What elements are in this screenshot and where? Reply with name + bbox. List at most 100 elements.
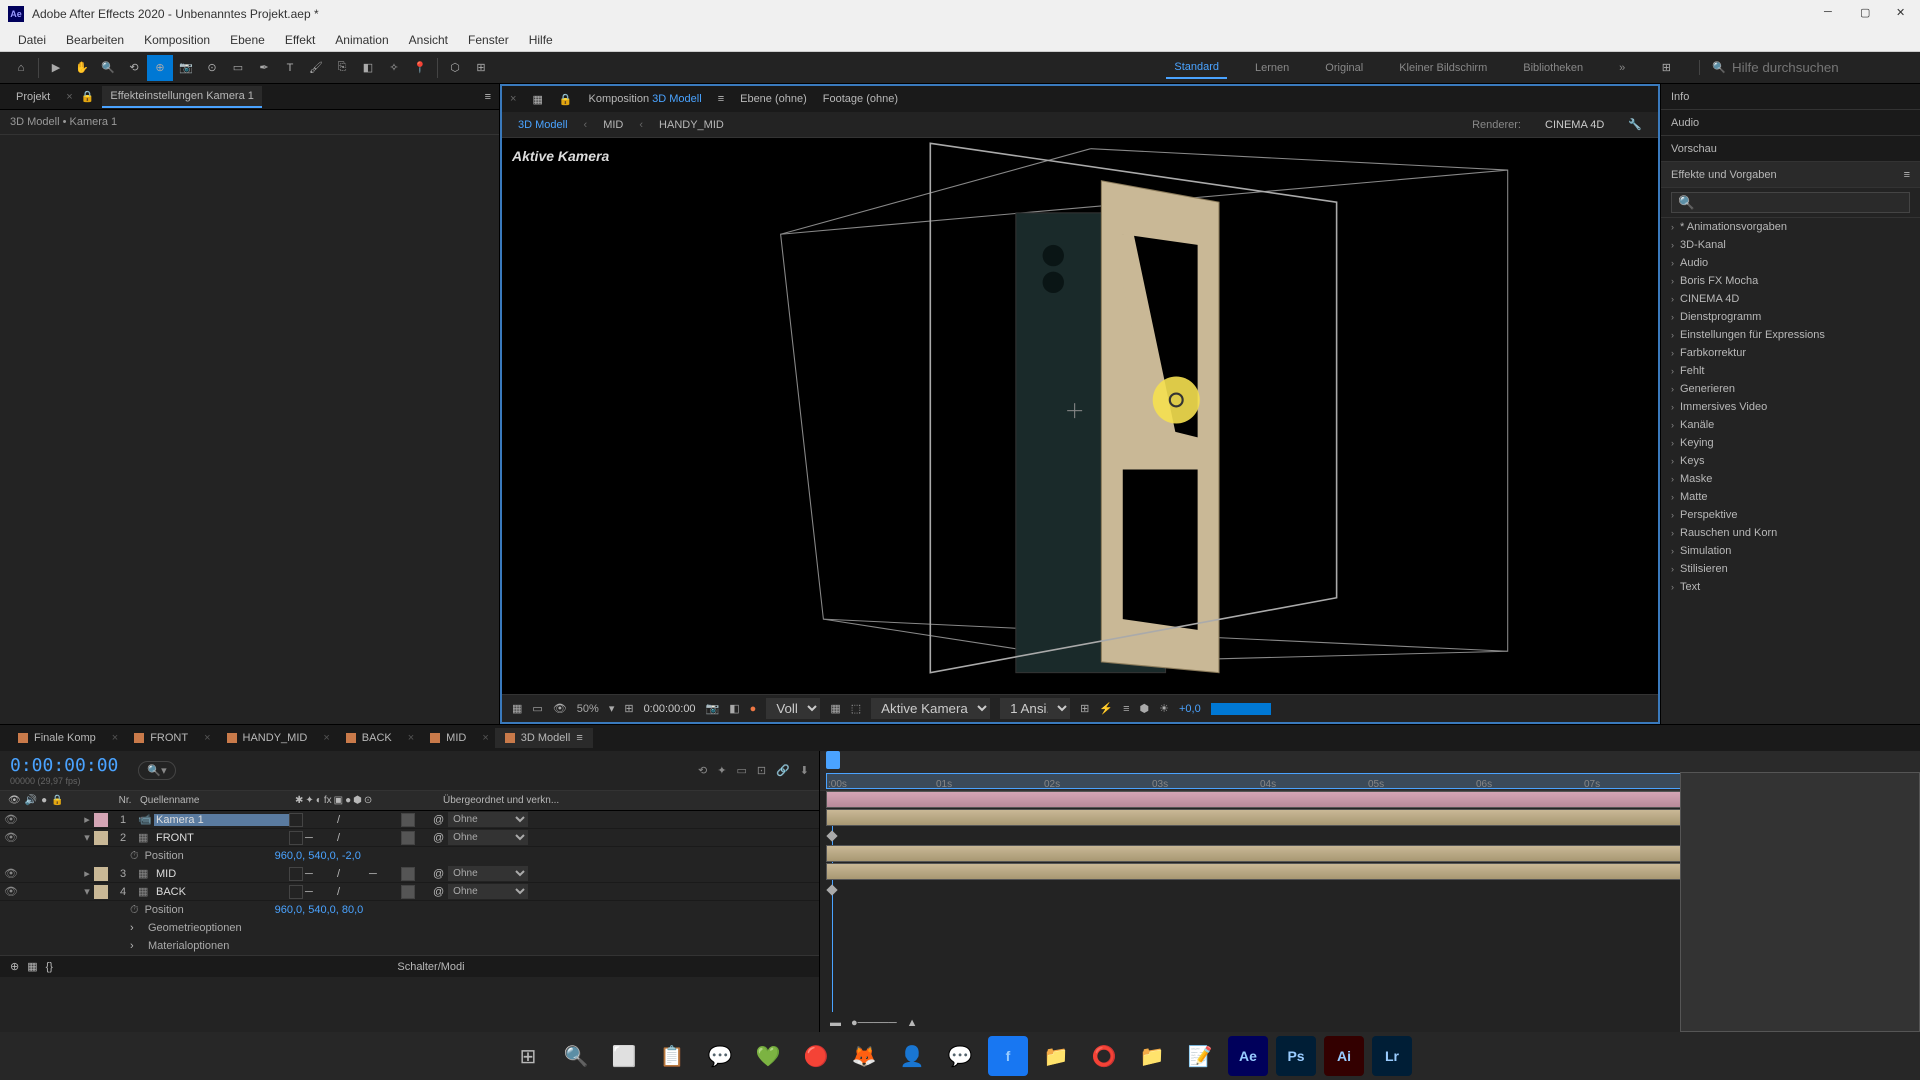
align-tool[interactable]: ⊞ — [468, 55, 494, 81]
camera-tool[interactable]: 📷 — [173, 55, 199, 81]
effect-category[interactable]: ›Immersives Video — [1661, 398, 1920, 416]
taskbar-app-icon[interactable]: 👤 — [892, 1036, 932, 1076]
taskbar-app-icon[interactable]: ⊞ — [508, 1036, 548, 1076]
col-solo-icon[interactable]: ● — [41, 795, 47, 806]
menu-hilfe[interactable]: Hilfe — [519, 33, 563, 47]
taskbar-app-icon[interactable]: 💬 — [940, 1036, 980, 1076]
effect-category[interactable]: ›Perspektive — [1661, 506, 1920, 524]
effect-category[interactable]: ›Farbkorrektur — [1661, 344, 1920, 362]
tab-effekteinstellungen[interactable]: Effekteinstellungen Kamera 1 — [102, 86, 262, 108]
comp-lock-icon[interactable]: 🔒 — [559, 93, 573, 106]
col-lock-icon[interactable]: 🔒 — [51, 795, 63, 806]
pan-behind-tool[interactable]: ⊙ — [199, 55, 225, 81]
property-value[interactable]: 960,0, 540,0, 80,0 — [275, 904, 364, 916]
zoom-slider[interactable]: ●───── — [851, 1017, 897, 1029]
parent-select[interactable]: Ohne — [448, 866, 528, 881]
rp-info-header[interactable]: Info — [1661, 84, 1920, 110]
comp-tab-footage[interactable]: Footage (ohne) — [823, 93, 898, 105]
effect-category[interactable]: ›Rauschen und Korn — [1661, 524, 1920, 542]
timeline-tab[interactable]: Finale Komp — [8, 728, 106, 748]
comp-close-icon[interactable]: × — [510, 93, 516, 105]
effect-category[interactable]: ›CINEMA 4D — [1661, 290, 1920, 308]
col-nr-header[interactable]: Nr. — [110, 795, 140, 806]
panel-menu-icon[interactable]: ≡ — [1904, 169, 1910, 181]
panel-menu-icon[interactable]: ≡ — [485, 91, 491, 103]
layer-row[interactable]: 👁 ▾ 2 ▦ FRONT ─/ @Ohne — [0, 829, 819, 847]
viewport[interactable]: Aktive Kamera — [502, 138, 1658, 694]
expand-toggle[interactable]: ▾ — [80, 831, 94, 844]
taskbar-app-icon[interactable]: ⭕ — [1084, 1036, 1124, 1076]
parent-select[interactable]: Ohne — [448, 830, 528, 845]
vc-snapshot-icon[interactable]: 📷 — [706, 702, 720, 715]
taskbar-app-icon[interactable]: 📁 — [1132, 1036, 1172, 1076]
visibility-toggle[interactable]: 👁 — [4, 885, 18, 899]
taskbar-app-icon[interactable]: 📁 — [1036, 1036, 1076, 1076]
effect-category[interactable]: ›Dienstprogramm — [1661, 308, 1920, 326]
taskbar-app-icon[interactable]: Lr — [1372, 1036, 1412, 1076]
col-name-header[interactable]: Quellenname — [140, 795, 295, 806]
effect-category[interactable]: ›Simulation — [1661, 542, 1920, 560]
renderer-value[interactable]: CINEMA 4D — [1545, 119, 1604, 131]
effect-category[interactable]: ›Boris FX Mocha — [1661, 272, 1920, 290]
expand-toggle[interactable]: ▸ — [80, 813, 94, 826]
col-visibility-icon[interactable]: 👁 — [8, 795, 21, 806]
zoom-out-icon[interactable]: ▬ — [830, 1017, 841, 1029]
workspace-original[interactable]: Original — [1317, 58, 1371, 78]
vc-mask-icon[interactable]: 👁 — [553, 702, 567, 715]
comp-flow-icon[interactable]: ▦ — [532, 93, 542, 106]
taskbar-app-icon[interactable]: Ae — [1228, 1036, 1268, 1076]
layer-color[interactable] — [94, 867, 108, 881]
vc-transparency-icon[interactable]: ▦ — [830, 702, 840, 715]
visibility-toggle[interactable]: 👁 — [4, 867, 18, 881]
eraser-tool[interactable]: ◧ — [355, 55, 381, 81]
effects-search-input[interactable] — [1671, 192, 1910, 213]
lock-icon[interactable]: 🔒 — [81, 90, 95, 103]
layer-name[interactable]: BACK — [154, 886, 289, 898]
zoom-dropdown-icon[interactable]: ▾ — [609, 702, 615, 715]
property-row[interactable]: ›Materialoptionen — [0, 937, 819, 955]
vc-3d-icon[interactable]: ⬚ — [851, 702, 861, 715]
workspace-lernen[interactable]: Lernen — [1247, 58, 1297, 78]
pickwhip-icon[interactable]: @ — [433, 832, 444, 844]
layer-name[interactable]: FRONT — [154, 832, 289, 844]
close-button[interactable]: ✕ — [1896, 6, 1912, 22]
expand-toggle[interactable]: ▾ — [80, 885, 94, 898]
tl-graph-icon[interactable]: ▭ — [736, 764, 746, 777]
tl-link-icon[interactable]: 🔗 — [776, 764, 790, 777]
timeline-tab[interactable]: 3D Modell ≡ — [495, 728, 593, 748]
taskbar-app-icon[interactable]: 📋 — [652, 1036, 692, 1076]
menu-datei[interactable]: Datei — [8, 33, 56, 47]
workspace-standard[interactable]: Standard — [1166, 57, 1227, 79]
effect-category[interactable]: ›Fehlt — [1661, 362, 1920, 380]
effect-category[interactable]: ›3D-Kanal — [1661, 236, 1920, 254]
renderer-settings-icon[interactable]: 🔧 — [1628, 118, 1642, 131]
taskbar-app-icon[interactable]: 🔍 — [556, 1036, 596, 1076]
menu-bearbeiten[interactable]: Bearbeiten — [56, 33, 134, 47]
tl-shy-icon[interactable]: ⟲ — [698, 764, 707, 777]
shape-tool[interactable]: ▭ — [225, 55, 251, 81]
views-select[interactable]: 1 Ansi... — [1000, 698, 1070, 719]
menu-animation[interactable]: Animation — [325, 33, 398, 47]
menu-komposition[interactable]: Komposition — [134, 33, 220, 47]
effect-category[interactable]: ›Audio — [1661, 254, 1920, 272]
maximize-button[interactable]: ▢ — [1860, 6, 1876, 22]
snap-tool[interactable]: ⬡ — [442, 55, 468, 81]
property-row[interactable]: ⏱Position960,0, 540,0, -2,0 — [0, 847, 819, 865]
vc-timeline-icon[interactable]: ≡ — [1123, 703, 1129, 715]
effect-category[interactable]: ›Matte — [1661, 488, 1920, 506]
menu-fenster[interactable]: Fenster — [458, 33, 519, 47]
menu-effekt[interactable]: Effekt — [275, 33, 325, 47]
layer-row[interactable]: 👁 ▾ 4 ▦ BACK ─/ @Ohne — [0, 883, 819, 901]
clone-tool[interactable]: ⎘ — [329, 55, 355, 81]
property-row[interactable]: ›Geometrieoptionen — [0, 919, 819, 937]
effect-category[interactable]: ›Einstellungen für Expressions — [1661, 326, 1920, 344]
col-parent-header[interactable]: Übergeordnet und verkn... — [435, 795, 575, 806]
tl-render-icon[interactable]: ⬇ — [800, 764, 809, 777]
col-audio-icon[interactable]: 🔊 — [25, 795, 37, 806]
taskbar-app-icon[interactable]: 💚 — [748, 1036, 788, 1076]
taskbar-app-icon[interactable]: 💬 — [700, 1036, 740, 1076]
effect-category[interactable]: ›Generieren — [1661, 380, 1920, 398]
keyframe-marker[interactable] — [826, 830, 837, 841]
property-row[interactable]: ⏱Position960,0, 540,0, 80,0 — [0, 901, 819, 919]
help-search-input[interactable] — [1732, 60, 1912, 75]
